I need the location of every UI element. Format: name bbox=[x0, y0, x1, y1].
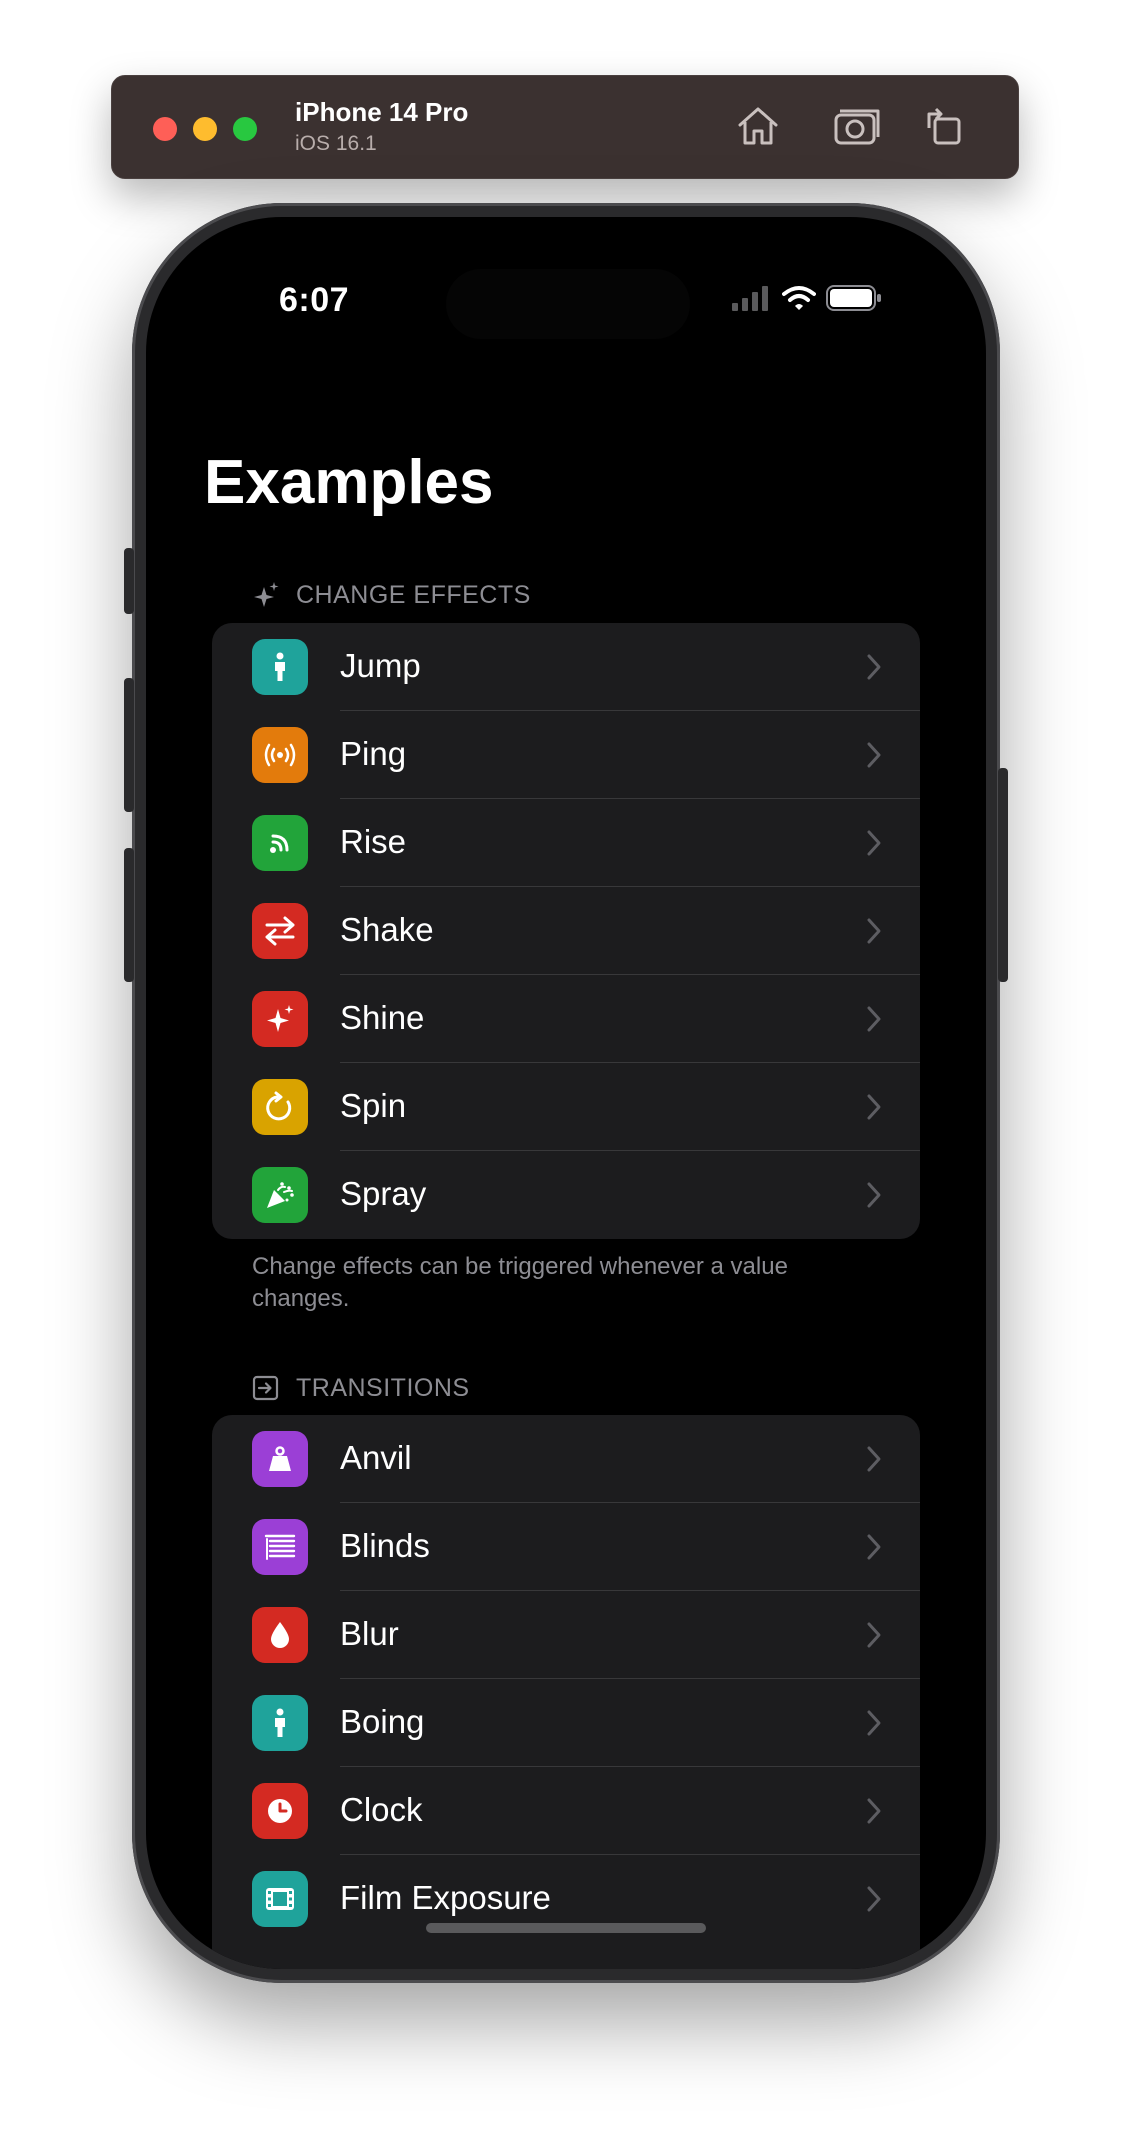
change-effects-list: Jump Ping Rise Shake Shine Spin Spray bbox=[212, 623, 920, 1239]
chevron-right-icon bbox=[867, 1710, 881, 1736]
list-item-blinds[interactable]: Blinds bbox=[212, 1503, 920, 1591]
list-item-shine[interactable]: Shine bbox=[212, 975, 920, 1063]
list-item-spin[interactable]: Spin bbox=[212, 1063, 920, 1151]
chevron-right-icon bbox=[867, 1798, 881, 1824]
home-icon[interactable] bbox=[732, 100, 784, 152]
list-item-label: Ping bbox=[340, 735, 407, 772]
os-version: iOS 16.1 bbox=[295, 132, 377, 155]
list-item-label: Blur bbox=[340, 1615, 399, 1652]
rotate-arrow-icon bbox=[252, 1079, 308, 1135]
chevron-right-icon bbox=[867, 1534, 881, 1560]
chevron-right-icon bbox=[867, 742, 881, 768]
power-button bbox=[998, 768, 1008, 982]
broadcast-icon bbox=[252, 727, 308, 783]
sparkles-icon bbox=[254, 582, 279, 607]
list-item-label: Anvil bbox=[340, 1439, 412, 1476]
close-window-button[interactable] bbox=[153, 117, 177, 141]
list-item-clock[interactable]: Clock bbox=[212, 1767, 920, 1855]
chevron-right-icon bbox=[867, 1182, 881, 1208]
phone-screen: 6:07 Examples CHANGE EFFECTS Jump Ping R… bbox=[146, 217, 986, 1969]
chevron-right-icon bbox=[867, 830, 881, 856]
signal-icon bbox=[252, 815, 308, 871]
list-item-label: Blinds bbox=[340, 1527, 430, 1564]
chevron-right-icon bbox=[867, 1886, 881, 1912]
cellular-signal-icon bbox=[732, 286, 768, 311]
clock-icon bbox=[252, 1783, 308, 1839]
enter-box-icon bbox=[252, 1375, 279, 1401]
dynamic-island bbox=[446, 269, 690, 339]
rotate-icon[interactable] bbox=[921, 100, 973, 152]
figure-icon bbox=[252, 1695, 308, 1751]
weight-icon bbox=[252, 1431, 308, 1487]
transitions-list: Anvil Blinds Blur Boing Clock Film Expos… bbox=[212, 1415, 920, 1969]
wifi-icon bbox=[782, 286, 816, 310]
chevron-right-icon bbox=[867, 1446, 881, 1472]
list-item-ping[interactable]: Ping bbox=[212, 711, 920, 799]
list-item-label: Spray bbox=[340, 1175, 427, 1212]
silent-switch bbox=[124, 548, 134, 614]
list-item-rise[interactable]: Rise bbox=[212, 799, 920, 887]
list-item-label: Spin bbox=[340, 1087, 407, 1124]
volume-down-button bbox=[124, 848, 134, 982]
list-item-jump[interactable]: Jump bbox=[212, 623, 920, 711]
home-indicator[interactable] bbox=[426, 1923, 706, 1933]
list-item-label: Film Exposure bbox=[340, 1879, 551, 1916]
screenshot-icon[interactable] bbox=[831, 100, 883, 152]
device-name: iPhone 14 Pro bbox=[295, 97, 469, 127]
list-item-anvil[interactable]: Anvil bbox=[212, 1415, 920, 1503]
chevron-right-icon bbox=[867, 654, 881, 680]
simulator-toolbar: iPhone 14 Pro iOS 16.1 bbox=[111, 75, 1019, 179]
list-item-spray[interactable]: Spray bbox=[212, 1151, 920, 1239]
arrows-icon bbox=[252, 903, 308, 959]
section-footer: Change effects can be triggered whenever… bbox=[252, 1253, 788, 1312]
minimize-window-button[interactable] bbox=[193, 117, 217, 141]
drop-icon bbox=[252, 1607, 308, 1663]
list-item-label: Shake bbox=[340, 911, 434, 948]
chevron-right-icon bbox=[867, 1006, 881, 1032]
sparkle-icon bbox=[252, 991, 308, 1047]
section-header-label: TRANSITIONS bbox=[296, 1374, 470, 1402]
list-item-label: Shine bbox=[340, 999, 425, 1036]
list-item-label: Rise bbox=[340, 823, 407, 860]
list-item-label: Boing bbox=[340, 1703, 425, 1740]
list-item-blur[interactable]: Blur bbox=[212, 1591, 920, 1679]
chevron-right-icon bbox=[867, 1094, 881, 1120]
volume-up-button bbox=[124, 678, 134, 812]
list-item-label: Clock bbox=[340, 1791, 423, 1828]
chevron-right-icon bbox=[867, 1622, 881, 1648]
figure-icon bbox=[252, 639, 308, 695]
list-item-shake[interactable]: Shake bbox=[212, 887, 920, 975]
section-header-label: CHANGE EFFECTS bbox=[296, 581, 531, 609]
status-time: 6:07 bbox=[279, 281, 350, 319]
battery-icon bbox=[826, 285, 881, 311]
list-item-label: Jump bbox=[340, 647, 421, 684]
party-popper-icon bbox=[252, 1167, 308, 1223]
film-icon bbox=[252, 1871, 308, 1927]
page-title: Examples bbox=[204, 448, 494, 517]
chevron-right-icon bbox=[867, 918, 881, 944]
list-item-boing[interactable]: Boing bbox=[212, 1679, 920, 1767]
list-icon bbox=[252, 1519, 308, 1575]
zoom-window-button[interactable] bbox=[233, 117, 257, 141]
